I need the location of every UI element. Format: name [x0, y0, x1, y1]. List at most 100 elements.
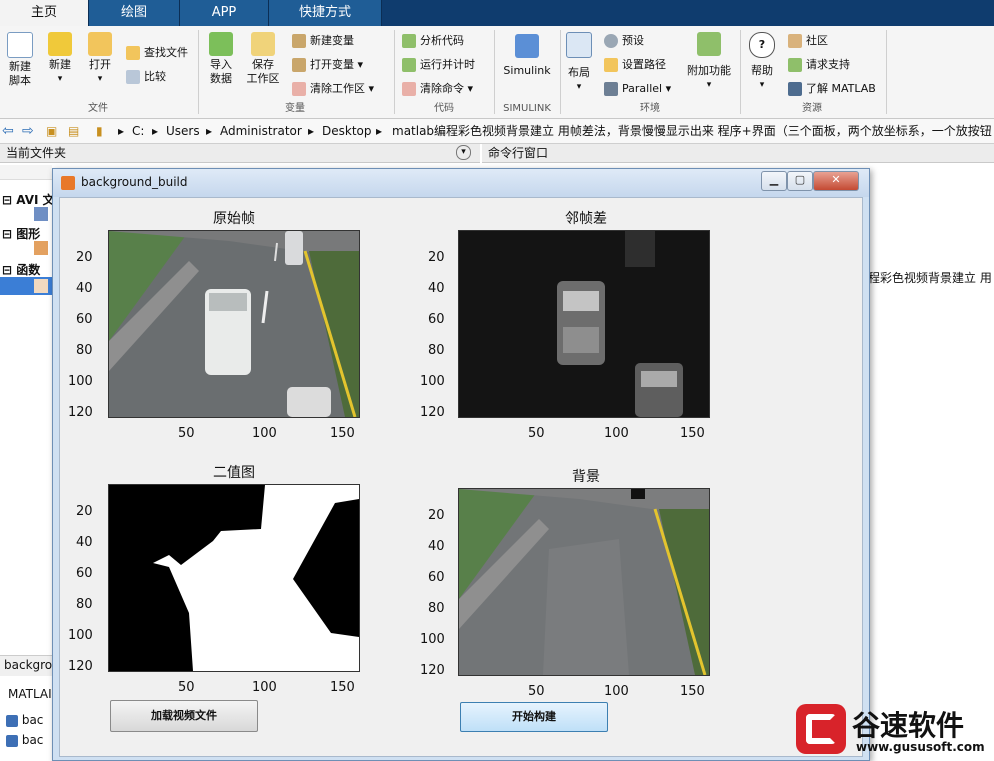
support-icon — [788, 58, 802, 72]
close-button[interactable]: ✕ — [813, 171, 859, 191]
tree-node-avi[interactable]: ⊟ AVI 文 — [2, 191, 55, 208]
parallel-button[interactable]: Parallel ▾ — [604, 80, 671, 98]
learn-matlab-icon — [788, 82, 802, 96]
x-tick-label: 50 — [178, 680, 195, 695]
maximize-button[interactable]: ▢ — [787, 171, 813, 191]
y-tick-label: 80 — [76, 343, 93, 358]
figure-window: background_build ▁ ▢ ✕ 原始帧 20 40 60 80 1… — [52, 168, 870, 761]
clear-workspace-button[interactable]: 清除工作区 ▾ — [292, 80, 374, 98]
address-bar: ⇦ ⇨ ▣ ▤ ▮ ▸ C: ▸ Users ▸ Administrator ▸… — [0, 119, 994, 144]
x-tick-label: 150 — [680, 426, 705, 441]
avi-file-icon[interactable] — [34, 207, 48, 221]
new-variable-button[interactable]: 新建变量 — [292, 32, 354, 50]
load-video-button[interactable]: 加载视频文件 — [110, 700, 258, 732]
analyze-code-icon — [402, 34, 416, 48]
details-tab[interactable]: backgro — [0, 655, 52, 676]
import-icon — [209, 32, 233, 56]
path-segment[interactable]: Administrator — [220, 119, 302, 143]
path-segment[interactable]: C: — [132, 119, 144, 143]
divider — [198, 30, 199, 114]
axes-title-frame-diff: 邻帧差 — [565, 211, 607, 227]
list-item[interactable]: bac — [6, 733, 43, 747]
up-folder-icon[interactable]: ▣ — [46, 119, 57, 143]
divider — [494, 30, 495, 114]
path-segment[interactable]: Desktop — [322, 119, 372, 143]
y-tick-label: 20 — [428, 250, 445, 265]
y-tick-label: 120 — [68, 405, 93, 420]
group-variable-label: 变量 — [285, 103, 305, 114]
background-image — [459, 489, 709, 675]
layout-button[interactable]: 布局 ▾ — [564, 32, 594, 94]
path-segment[interactable]: Users — [166, 119, 200, 143]
panel-menu-icon[interactable]: ▾ — [456, 145, 471, 160]
fig-file-icon[interactable] — [34, 241, 48, 255]
open-button[interactable]: 打开 ▾ — [84, 32, 116, 86]
set-path-icon — [604, 58, 618, 72]
save-workspace-icon — [251, 32, 275, 56]
browse-folder-icon[interactable]: ▤ — [68, 119, 79, 143]
y-tick-label: 60 — [428, 570, 445, 585]
minimize-button[interactable]: ▁ — [761, 171, 787, 191]
x-tick-label: 100 — [252, 426, 277, 441]
new-button[interactable]: 新建 ▾ — [44, 32, 76, 86]
clear-commands-button[interactable]: 清除命令 ▾ — [402, 80, 473, 98]
forward-arrow-icon[interactable]: ⇨ — [22, 119, 34, 143]
set-path-button[interactable]: 设置路径 — [604, 56, 666, 74]
learn-matlab-button[interactable]: 了解 MATLAB — [788, 80, 876, 98]
details-label: MATLAI — [8, 687, 52, 701]
y-tick-label: 80 — [428, 343, 445, 358]
new-script-button[interactable]: 新建 脚本 — [4, 32, 36, 88]
figure-title: background_build — [81, 175, 188, 189]
add-ons-icon — [697, 32, 721, 56]
tab-plots[interactable]: 绘图 — [89, 0, 180, 26]
tree-node-functions[interactable]: ⊟ 函数 — [2, 261, 40, 278]
community-button[interactable]: 社区 — [788, 32, 828, 50]
tab-shortcuts[interactable]: 快捷方式 — [269, 0, 382, 26]
analyze-code-button[interactable]: 分析代码 — [402, 32, 464, 50]
tab-apps[interactable]: APP — [180, 0, 269, 26]
figure-titlebar[interactable]: background_build ▁ ▢ ✕ — [53, 169, 869, 197]
function-icon — [6, 714, 18, 727]
start-build-button[interactable]: 开始构建 — [460, 702, 608, 732]
command-window-header: 命令行窗口 — [482, 144, 994, 163]
figure-canvas: 原始帧 20 40 60 80 100 120 50 100 150 邻帧差 2… — [59, 197, 863, 757]
import-data-button[interactable]: 导入 数据 — [204, 32, 238, 86]
add-ons-button[interactable]: 附加功能 ▾ — [684, 32, 734, 92]
current-folder-pane: ⊟ AVI 文 ⊟ 图形 ⊟ 函数 backgro MATLAI bac bac — [0, 163, 55, 759]
y-tick-label: 80 — [76, 597, 93, 612]
y-tick-label: 60 — [76, 566, 93, 581]
y-tick-label: 120 — [420, 663, 445, 678]
watermark-brand: 谷速软件 — [852, 709, 965, 742]
simulink-button[interactable]: Simulink — [500, 34, 554, 78]
selected-file-row[interactable] — [0, 277, 52, 295]
tab-home[interactable]: 主页 — [0, 0, 89, 26]
x-tick-label: 100 — [604, 684, 629, 699]
list-item[interactable]: bac — [6, 713, 43, 727]
save-workspace-button[interactable]: 保存 工作区 — [244, 32, 282, 86]
y-tick-label: 40 — [428, 281, 445, 296]
compare-button[interactable]: 比较 — [126, 68, 166, 86]
folder-icon — [88, 32, 112, 56]
divider — [394, 30, 395, 114]
watermark-url: www.gususoft.com — [856, 740, 985, 754]
back-arrow-icon[interactable]: ⇦ — [2, 119, 14, 143]
compare-icon — [126, 70, 140, 84]
community-icon — [788, 34, 802, 48]
request-support-button[interactable]: 请求支持 — [788, 56, 850, 74]
tree-node-figures[interactable]: ⊟ 图形 — [2, 225, 40, 242]
y-tick-label: 40 — [76, 535, 93, 550]
file-list-header — [0, 165, 52, 180]
binary-image-axes — [108, 484, 360, 672]
open-variable-button[interactable]: 打开变量 ▾ — [292, 56, 363, 74]
path-segment[interactable]: matlab编程彩色视频背景建立 用帧差法，背景慢慢显示出来 程序+界面（三个面… — [392, 119, 994, 143]
y-tick-label: 20 — [428, 508, 445, 523]
current-folder-title: 当前文件夹 — [6, 146, 67, 160]
find-files-button[interactable]: 查找文件 — [126, 44, 188, 62]
help-button[interactable]: ? 帮助 ▾ — [746, 32, 778, 92]
gususoft-logo-icon — [796, 704, 846, 754]
command-window-pane[interactable]: 程彩色视频背景建立 用 — [868, 163, 994, 759]
y-tick-label: 40 — [76, 281, 93, 296]
run-and-time-button[interactable]: 运行并计时 — [402, 56, 475, 74]
preferences-button[interactable]: 预设 — [604, 32, 644, 50]
gear-icon — [604, 34, 618, 48]
